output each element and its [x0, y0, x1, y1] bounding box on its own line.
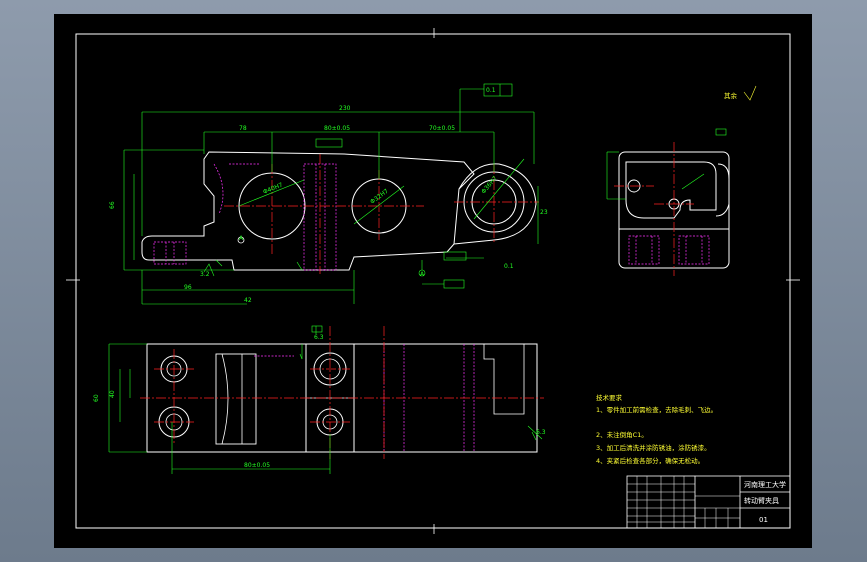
svg-text:0.1: 0.1 [504, 263, 514, 270]
svg-text:6.3: 6.3 [536, 429, 546, 436]
svg-text:230: 230 [339, 105, 351, 112]
part-id: 01 [759, 516, 768, 524]
note-line: 4、夹紧后检查各部分，确保无松动。 [596, 456, 704, 465]
svg-text:96: 96 [184, 284, 192, 291]
title-top: 河南理工大学 [744, 480, 786, 489]
notes-heading: 技术要求 [596, 393, 623, 402]
note-line: 3、加工后清洗并涂防锈油，涂防锈漆。 [596, 443, 711, 452]
svg-text:40: 40 [109, 390, 116, 398]
roughness-note: 其余 [724, 91, 738, 100]
svg-text:70±0.05: 70±0.05 [429, 125, 455, 132]
svg-text:23: 23 [540, 209, 548, 216]
svg-text:6.3: 6.3 [314, 334, 324, 341]
svg-text:66: 66 [109, 201, 116, 209]
technical-notes: 技术要求 1、零件加工前需检查，去除毛刺、飞边。 2、未注倒角C1。 3、加工后… [596, 393, 717, 465]
top-view: 60 40 80±0.05 6.3 6.3 [93, 325, 546, 474]
drawing-viewport[interactable]: 230 78 80±0.05 70±0.05 66 96 42 Φ40H7 Φ3… [54, 14, 812, 548]
title-block: 河南理工大学 转动臂夹具 01 [626, 475, 791, 529]
svg-text:Φ40H7: Φ40H7 [262, 182, 284, 196]
title-bottom: 转动臂夹具 [744, 496, 779, 505]
svg-text:78: 78 [239, 125, 247, 132]
drawing-border [75, 33, 791, 529]
cad-drawing-canvas: 230 78 80±0.05 70±0.05 66 96 42 Φ40H7 Φ3… [66, 28, 800, 534]
svg-text:80±0.05: 80±0.05 [324, 125, 350, 132]
svg-text:Φ32H7: Φ32H7 [369, 188, 390, 206]
front-view: 230 78 80±0.05 70±0.05 66 96 42 Φ40H7 Φ3… [109, 83, 548, 305]
svg-text:80±0.05: 80±0.05 [244, 462, 270, 469]
note-line: 2、未注倒角C1。 [596, 430, 648, 439]
svg-text:42: 42 [244, 297, 252, 304]
svg-text:0.1: 0.1 [486, 87, 496, 94]
svg-text:60: 60 [93, 394, 100, 402]
svg-text:3.2: 3.2 [200, 271, 210, 278]
side-view: 其余 [606, 85, 757, 276]
note-line: 1、零件加工前需检查，去除毛刺、飞边。 [596, 405, 717, 414]
